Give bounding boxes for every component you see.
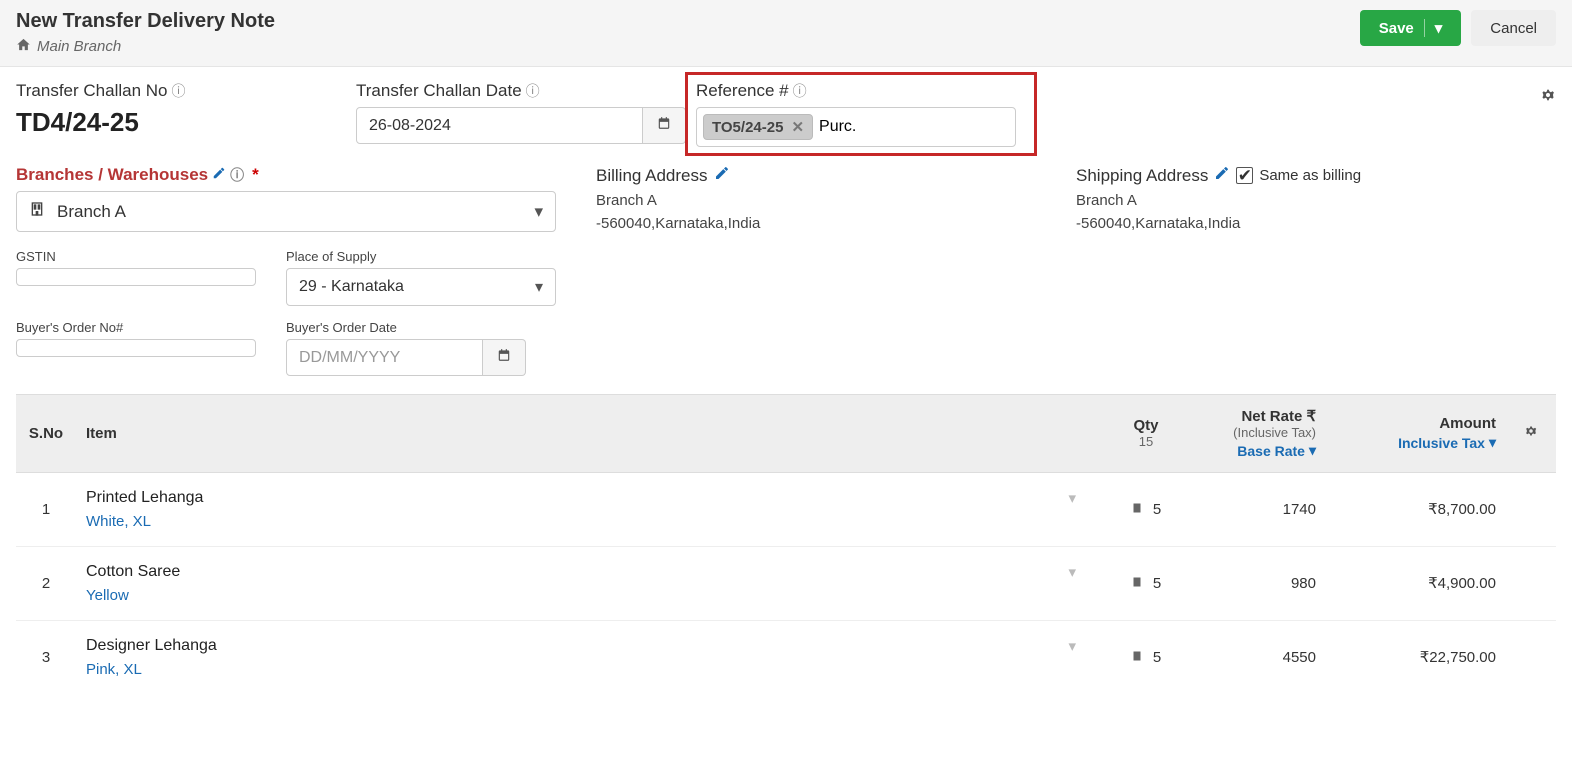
same-as-billing-label: Same as billing xyxy=(1259,167,1361,184)
billing-address-label: Billing Address xyxy=(596,166,708,186)
buyer-order-no-label: Buyer's Order No# xyxy=(16,320,256,335)
branches-label: Branches / Warehouses xyxy=(16,165,208,185)
challan-no-label: Transfer Challan No xyxy=(16,81,168,101)
gear-icon[interactable] xyxy=(1540,87,1556,108)
chevron-down-icon: ▾ xyxy=(534,202,543,222)
cell-rate: 980 xyxy=(1206,546,1326,620)
save-button[interactable]: Save ▾ xyxy=(1360,10,1462,46)
pos-label: Place of Supply xyxy=(286,249,556,264)
cell-item: ▾ Cotton Saree Yellow xyxy=(76,546,1086,620)
reference-text-input[interactable] xyxy=(819,118,1009,136)
base-rate-toggle[interactable]: Base Rate ▾ xyxy=(1237,442,1316,459)
cell-amount: ₹22,750.00 xyxy=(1326,620,1506,694)
cell-sno: 3 xyxy=(16,620,76,694)
cell-item: ▾ Designer Lehanga Pink, XL xyxy=(76,620,1086,694)
tag-remove-icon[interactable]: ✕ xyxy=(791,118,804,136)
cancel-button[interactable]: Cancel xyxy=(1471,10,1556,46)
challan-no-value: TD4/24-25 xyxy=(16,107,346,138)
challan-date-input[interactable]: 26-08-2024 xyxy=(356,107,643,144)
required-indicator: * xyxy=(252,165,259,185)
buyer-order-date-label: Buyer's Order Date xyxy=(286,320,526,335)
cell-qty: 5 xyxy=(1086,546,1206,620)
building-icon xyxy=(29,201,45,222)
reference-tag: TO5/24-25 ✕ xyxy=(703,114,813,140)
item-variant[interactable]: Yellow xyxy=(86,587,1076,604)
edit-icon[interactable] xyxy=(1214,165,1230,186)
th-qty: Qty 15 xyxy=(1086,395,1206,473)
chevron-down-icon[interactable]: ▾ xyxy=(1068,489,1076,507)
header-bar: New Transfer Delivery Note Main Branch S… xyxy=(0,0,1572,67)
items-table: S.No Item Qty 15 Net Rate ₹ (Inclusive T… xyxy=(16,394,1556,694)
edit-icon[interactable] xyxy=(212,165,226,185)
calendar-icon[interactable] xyxy=(483,339,526,376)
cell-amount: ₹4,900.00 xyxy=(1326,546,1506,620)
help-icon[interactable]: ⓘ xyxy=(230,165,244,185)
th-item: Item xyxy=(76,395,1086,473)
cell-qty: 5 xyxy=(1086,472,1206,546)
cell-sno: 1 xyxy=(16,472,76,546)
inclusive-tax-toggle[interactable]: Inclusive Tax ▾ xyxy=(1398,434,1496,451)
building-icon xyxy=(1131,575,1147,592)
chevron-down-icon[interactable]: ▾ xyxy=(1424,19,1443,37)
reference-input[interactable]: TO5/24-25 ✕ xyxy=(696,107,1016,147)
cell-qty: 5 xyxy=(1086,620,1206,694)
cell-sno: 2 xyxy=(16,546,76,620)
buyer-order-date-input[interactable]: DD/MM/YYYY xyxy=(286,339,483,376)
chevron-down-icon: ▾ xyxy=(535,277,543,297)
gstin-label: GSTIN xyxy=(16,249,256,264)
shipping-address-label: Shipping Address xyxy=(1076,166,1208,186)
table-row[interactable]: 3 ▾ Designer Lehanga Pink, XL 5 4550 ₹22… xyxy=(16,620,1556,694)
building-icon xyxy=(1131,501,1147,518)
gstin-input[interactable] xyxy=(16,268,256,286)
building-icon xyxy=(1131,649,1147,666)
cell-rate: 4550 xyxy=(1206,620,1326,694)
help-icon[interactable]: ⓘ xyxy=(793,81,807,101)
th-amount: Amount Inclusive Tax ▾ xyxy=(1326,395,1506,473)
pos-select[interactable]: 29 - Karnataka ▾ xyxy=(286,268,556,306)
buyer-order-no-input[interactable] xyxy=(16,339,256,357)
chevron-down-icon[interactable]: ▾ xyxy=(1068,563,1076,581)
cell-item: ▾ Printed Lehanga White, XL xyxy=(76,472,1086,546)
billing-address-line1: Branch A xyxy=(596,190,1076,213)
shipping-address-line2: -560040,Karnataka,India xyxy=(1076,213,1556,236)
help-icon[interactable]: ⓘ xyxy=(526,81,540,101)
reference-label: Reference # xyxy=(696,81,789,101)
shipping-address-line1: Branch A xyxy=(1076,190,1556,213)
billing-address-line2: -560040,Karnataka,India xyxy=(596,213,1076,236)
page-title: New Transfer Delivery Note xyxy=(16,10,275,33)
th-rate: Net Rate ₹ (Inclusive Tax) Base Rate ▾ xyxy=(1206,395,1326,473)
item-variant[interactable]: Pink, XL xyxy=(86,661,1076,678)
home-icon xyxy=(16,37,31,56)
table-row[interactable]: 1 ▾ Printed Lehanga White, XL 5 1740 ₹8,… xyxy=(16,472,1556,546)
cell-rate: 1740 xyxy=(1206,472,1326,546)
chevron-down-icon[interactable]: ▾ xyxy=(1068,637,1076,655)
calendar-icon[interactable] xyxy=(643,107,686,144)
table-row[interactable]: 2 ▾ Cotton Saree Yellow 5 980 ₹4,900.00 xyxy=(16,546,1556,620)
th-gear[interactable] xyxy=(1506,395,1556,473)
branch-name: Main Branch xyxy=(37,38,121,55)
help-icon[interactable]: ⓘ xyxy=(172,81,186,101)
branch-select[interactable]: Branch A ▾ xyxy=(16,191,556,232)
challan-date-label: Transfer Challan Date xyxy=(356,81,522,101)
item-variant[interactable]: White, XL xyxy=(86,513,1076,530)
edit-icon[interactable] xyxy=(714,165,730,186)
cell-amount: ₹8,700.00 xyxy=(1326,472,1506,546)
same-as-billing-checkbox[interactable]: ✔ xyxy=(1236,167,1253,184)
th-sno: S.No xyxy=(16,395,76,473)
